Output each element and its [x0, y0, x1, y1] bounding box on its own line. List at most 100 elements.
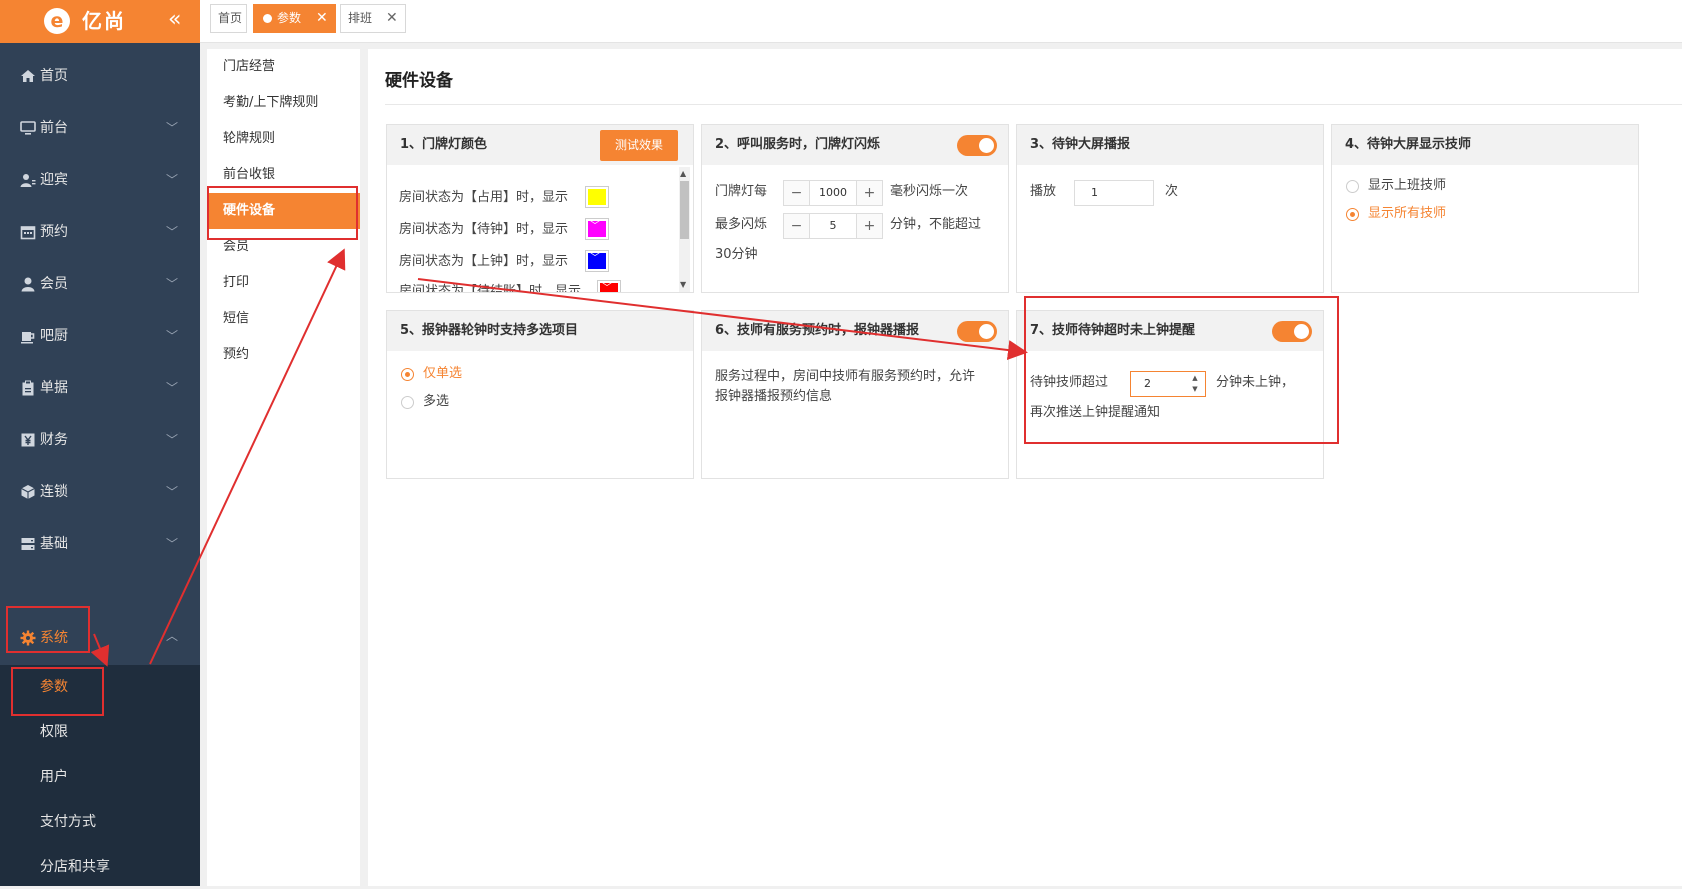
minus-icon[interactable]: −	[784, 214, 810, 238]
color-picker-waiting[interactable]: ﹀	[585, 218, 609, 240]
scroll-up-icon[interactable]: ▲	[680, 169, 686, 179]
submenu-item-permissions[interactable]: 权限	[0, 710, 200, 754]
booking-broadcast-desc: 报钟器播报预约信息	[715, 389, 833, 404]
nav-item-finance[interactable]: 财务 ﹀	[0, 412, 200, 468]
radio-label[interactable]: 仅单选	[423, 364, 462, 384]
scrollbar[interactable]: ▲ ▼	[679, 167, 690, 292]
nav-item-member[interactable]: 会员 ﹀	[0, 256, 200, 312]
toggle-knob	[979, 324, 994, 339]
nav-item-home[interactable]: 首页	[0, 48, 200, 104]
settings-menu: 门店经营 考勤/上下牌规则 轮牌规则 前台收银 硬件设备 会员 打印 短信 预约	[207, 49, 360, 886]
nav-label: 迎宾	[40, 172, 68, 188]
collapse-sidebar-icon[interactable]: «	[168, 7, 181, 33]
settings-item-label: 打印	[223, 275, 250, 290]
settings-item-attendance[interactable]: 考勤/上下牌规则	[207, 85, 360, 121]
submenu-item-payment[interactable]: 支付方式	[0, 800, 200, 844]
settings-item-booking[interactable]: 预约	[207, 337, 360, 373]
flash-interval-stepper[interactable]: − 1000 +	[783, 180, 883, 206]
calendar-icon	[20, 226, 36, 240]
card-booking-broadcast: 6、技师有服务预约时，报钟器播报 服务过程中，房间中技师有服务预约时，允许 报钟…	[701, 310, 1009, 479]
scroll-down-icon[interactable]: ▼	[680, 280, 686, 290]
card-door-light-color: 1、门牌灯颜色 测试效果 房间状态为【占用】时，显示 房间状态为【待钟】时，显示…	[386, 124, 694, 293]
flash-max-value[interactable]: 5	[810, 214, 856, 238]
user-icon	[21, 277, 35, 292]
chevron-down-icon: ﹀	[166, 225, 179, 239]
nav-item-bar-kitchen[interactable]: 吧厨 ﹀	[0, 308, 200, 364]
call-flash-toggle[interactable]	[957, 135, 997, 156]
settings-item-label: 门店经营	[223, 59, 276, 74]
tab-params[interactable]: 参数 ✕	[253, 4, 336, 33]
brand-name: 亿尚	[82, 9, 126, 33]
card-header: 5、报钟器轮钟时支持多选项目	[387, 311, 693, 351]
logo-icon: e	[44, 8, 70, 34]
radio-multi-select[interactable]	[401, 396, 414, 409]
tab-home[interactable]: 首页	[210, 4, 247, 33]
chevron-down-icon: ﹀	[166, 381, 179, 395]
card-title: 4、待钟大屏显示技师	[1345, 137, 1472, 152]
settings-item-sms[interactable]: 短信	[207, 301, 360, 337]
users-icon	[20, 174, 36, 187]
nav-label: 首页	[40, 68, 68, 84]
flash-interval-value[interactable]: 1000	[810, 181, 856, 205]
monitor-icon	[20, 121, 36, 135]
cube-icon	[21, 485, 35, 499]
tab-label: 排班	[348, 11, 373, 25]
plus-icon[interactable]: +	[856, 214, 882, 238]
radio-show-on-duty[interactable]	[1346, 180, 1359, 193]
radio-label[interactable]: 多选	[423, 392, 449, 412]
nav-item-reception[interactable]: 迎宾 ﹀	[0, 152, 200, 208]
settings-item-label: 短信	[223, 311, 250, 326]
annotation-box-hardware	[207, 186, 358, 240]
nav-label: 连锁	[40, 484, 68, 500]
radio-show-all[interactable]	[1346, 208, 1359, 221]
nav-label: 吧厨	[40, 328, 68, 344]
broadcast-label: 播放	[1030, 184, 1057, 199]
chevron-down-icon: ﹀	[166, 173, 179, 187]
broadcast-unit: 次	[1165, 184, 1179, 199]
color-row-label: 房间状态为【待钟】时，显示	[399, 222, 569, 237]
close-icon[interactable]: ✕	[316, 5, 328, 32]
nav-item-frontdesk[interactable]: 前台 ﹀	[0, 100, 200, 156]
card-multi-select-items: 5、报钟器轮钟时支持多选项目 仅单选 多选	[386, 310, 694, 479]
flash-max-unit: 分钟，不能超过	[890, 217, 982, 232]
nav-item-chain[interactable]: 连锁 ﹀	[0, 464, 200, 520]
flash-interval-label: 门牌灯每	[715, 184, 768, 199]
settings-item-rotation[interactable]: 轮牌规则	[207, 121, 360, 157]
tab-schedule[interactable]: 排班 ✕	[340, 4, 406, 33]
color-picker-checkout[interactable]: ﹀	[597, 280, 621, 292]
color-picker-occupied[interactable]	[585, 186, 609, 208]
scrollbar-thumb[interactable]	[680, 181, 689, 239]
broadcast-count-input[interactable]: 1	[1074, 180, 1154, 206]
nav-item-documents[interactable]: 单据 ﹀	[0, 360, 200, 416]
submenu-item-branches[interactable]: 分店和共享	[0, 845, 200, 889]
annotation-box-params	[11, 667, 104, 716]
radio-label[interactable]: 显示上班技师	[1368, 176, 1446, 196]
plus-icon[interactable]: +	[856, 181, 882, 205]
nav-item-basic[interactable]: 基础 ﹀	[0, 516, 200, 572]
chevron-down-icon: ﹀	[166, 485, 179, 499]
divider	[385, 104, 1682, 105]
settings-item-store[interactable]: 门店经营	[207, 49, 360, 85]
color-picker-in-service[interactable]: ﹀	[585, 250, 609, 272]
submenu-item-users[interactable]: 用户	[0, 755, 200, 799]
radio-label[interactable]: 显示所有技师	[1368, 204, 1446, 224]
close-icon[interactable]: ✕	[386, 5, 398, 32]
booking-broadcast-desc: 服务过程中，房间中技师有服务预约时，允许	[715, 369, 976, 384]
chevron-down-icon: ﹀	[590, 253, 600, 264]
radio-single-select[interactable]	[401, 368, 414, 381]
test-effect-button[interactable]: 测试效果	[600, 130, 678, 161]
chevron-down-icon: ﹀	[166, 537, 179, 551]
flash-max-stepper[interactable]: − 5 +	[783, 213, 883, 239]
settings-item-label: 预约	[223, 347, 250, 362]
minus-icon[interactable]: −	[784, 181, 810, 205]
card-title: 1、门牌灯颜色	[400, 137, 488, 152]
nav-item-booking[interactable]: 预约 ﹀	[0, 204, 200, 260]
annotation-box-reminder	[1024, 296, 1339, 444]
chevron-down-icon: ﹀	[166, 121, 179, 135]
color-row-label: 房间状态为【上钟】时，显示	[399, 254, 569, 269]
content-panel: 硬件设备 1、门牌灯颜色 测试效果 房间状态为【占用】时，显示 房间状态为【待钟…	[368, 49, 1682, 886]
settings-item-print[interactable]: 打印	[207, 265, 360, 301]
active-dot-icon	[263, 14, 272, 23]
booking-broadcast-toggle[interactable]	[957, 321, 997, 342]
nav-label: 基础	[40, 536, 68, 552]
